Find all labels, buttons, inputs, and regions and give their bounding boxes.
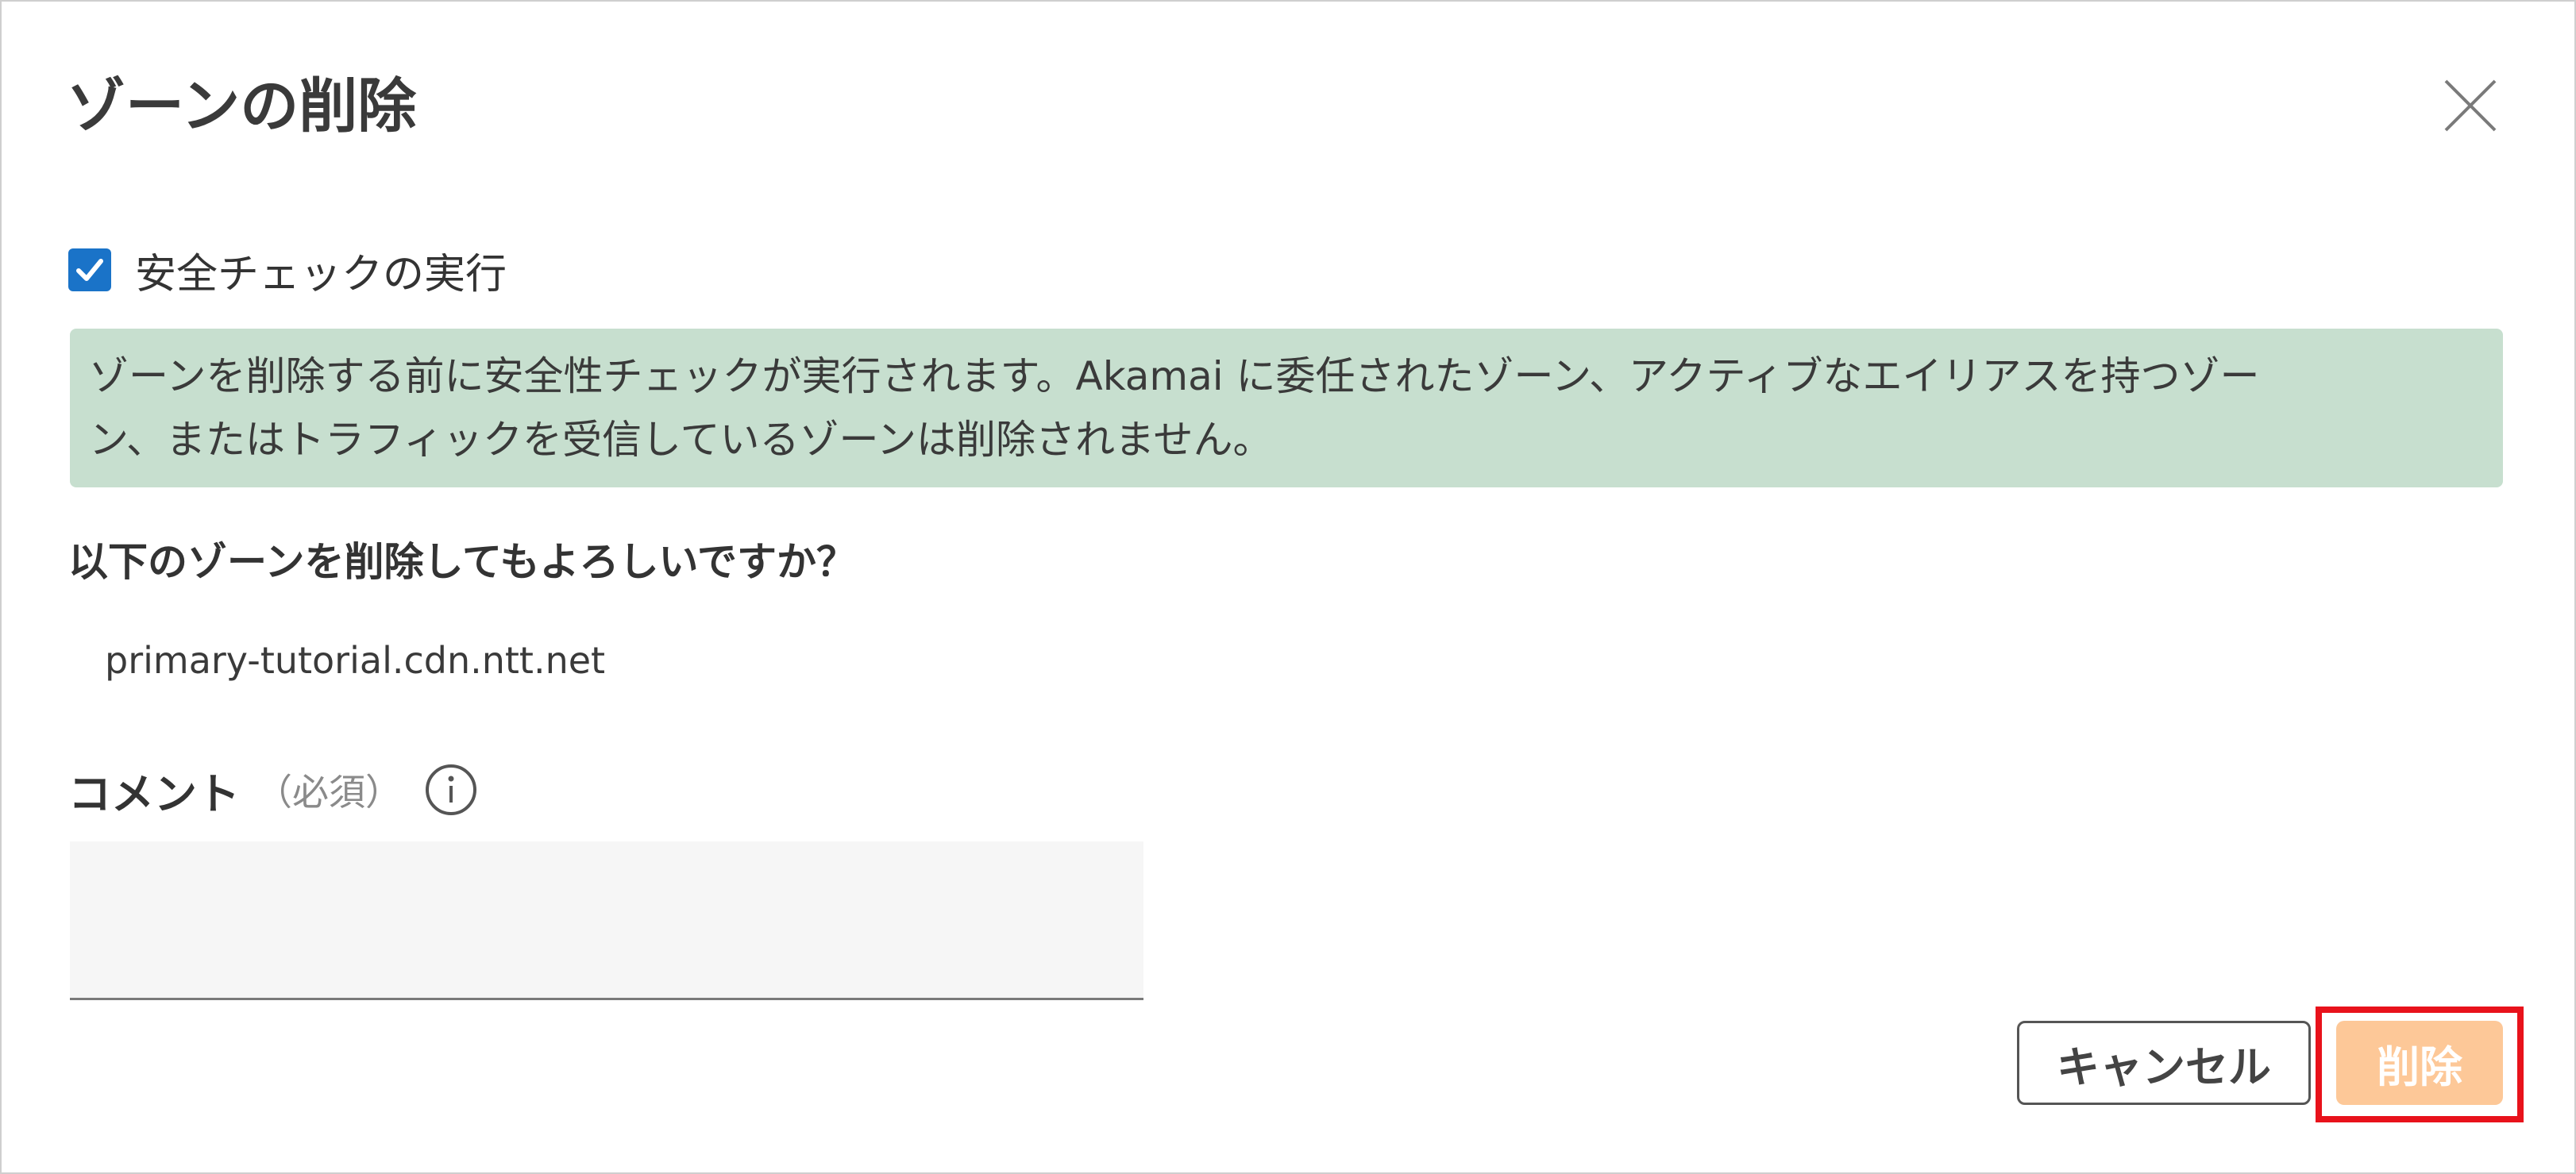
info-icon [426, 764, 476, 815]
safety-info-line-2: ン、またはトラフィックを受信しているゾーンは削除されません。 [89, 417, 1273, 463]
comment-label: コメント [68, 768, 240, 819]
comment-label-row: コメント （必須） [68, 754, 478, 826]
safety-check-row: 安全チェックの実行 [68, 244, 507, 298]
comment-info-button[interactable] [424, 763, 478, 817]
close-button[interactable] [2441, 76, 2500, 135]
checkmark-icon [76, 259, 103, 281]
required-indicator: （必須） [256, 771, 402, 814]
dialog-title: ゾーンの削除 [67, 72, 417, 140]
cancel-button[interactable]: キャンセル [2017, 1021, 2311, 1105]
delete-zone-dialog: ゾーンの削除 安全チェックの実行 ゾーンを削除する前に安全性チェックが実行されま… [0, 0, 2576, 1174]
safety-check-label[interactable]: 安全チェックの実行 [135, 241, 507, 300]
comment-input[interactable] [70, 841, 1143, 1000]
close-icon [2444, 79, 2497, 132]
zone-name: primary-tutorial.cdn.ntt.net [105, 639, 606, 682]
delete-confirmation-question: 以下のゾーンを削除してもよろしいですか？ [68, 539, 856, 585]
delete-button[interactable]: 削除 [2336, 1021, 2503, 1105]
safety-info-line-1: ゾーンを削除する前に安全性チェックが実行されます。Akamai に委任されたゾー… [89, 353, 2260, 399]
safety-info-message: ゾーンを削除する前に安全性チェックが実行されます。Akamai に委任されたゾー… [70, 329, 2503, 487]
safety-check-checkbox[interactable] [68, 248, 111, 291]
